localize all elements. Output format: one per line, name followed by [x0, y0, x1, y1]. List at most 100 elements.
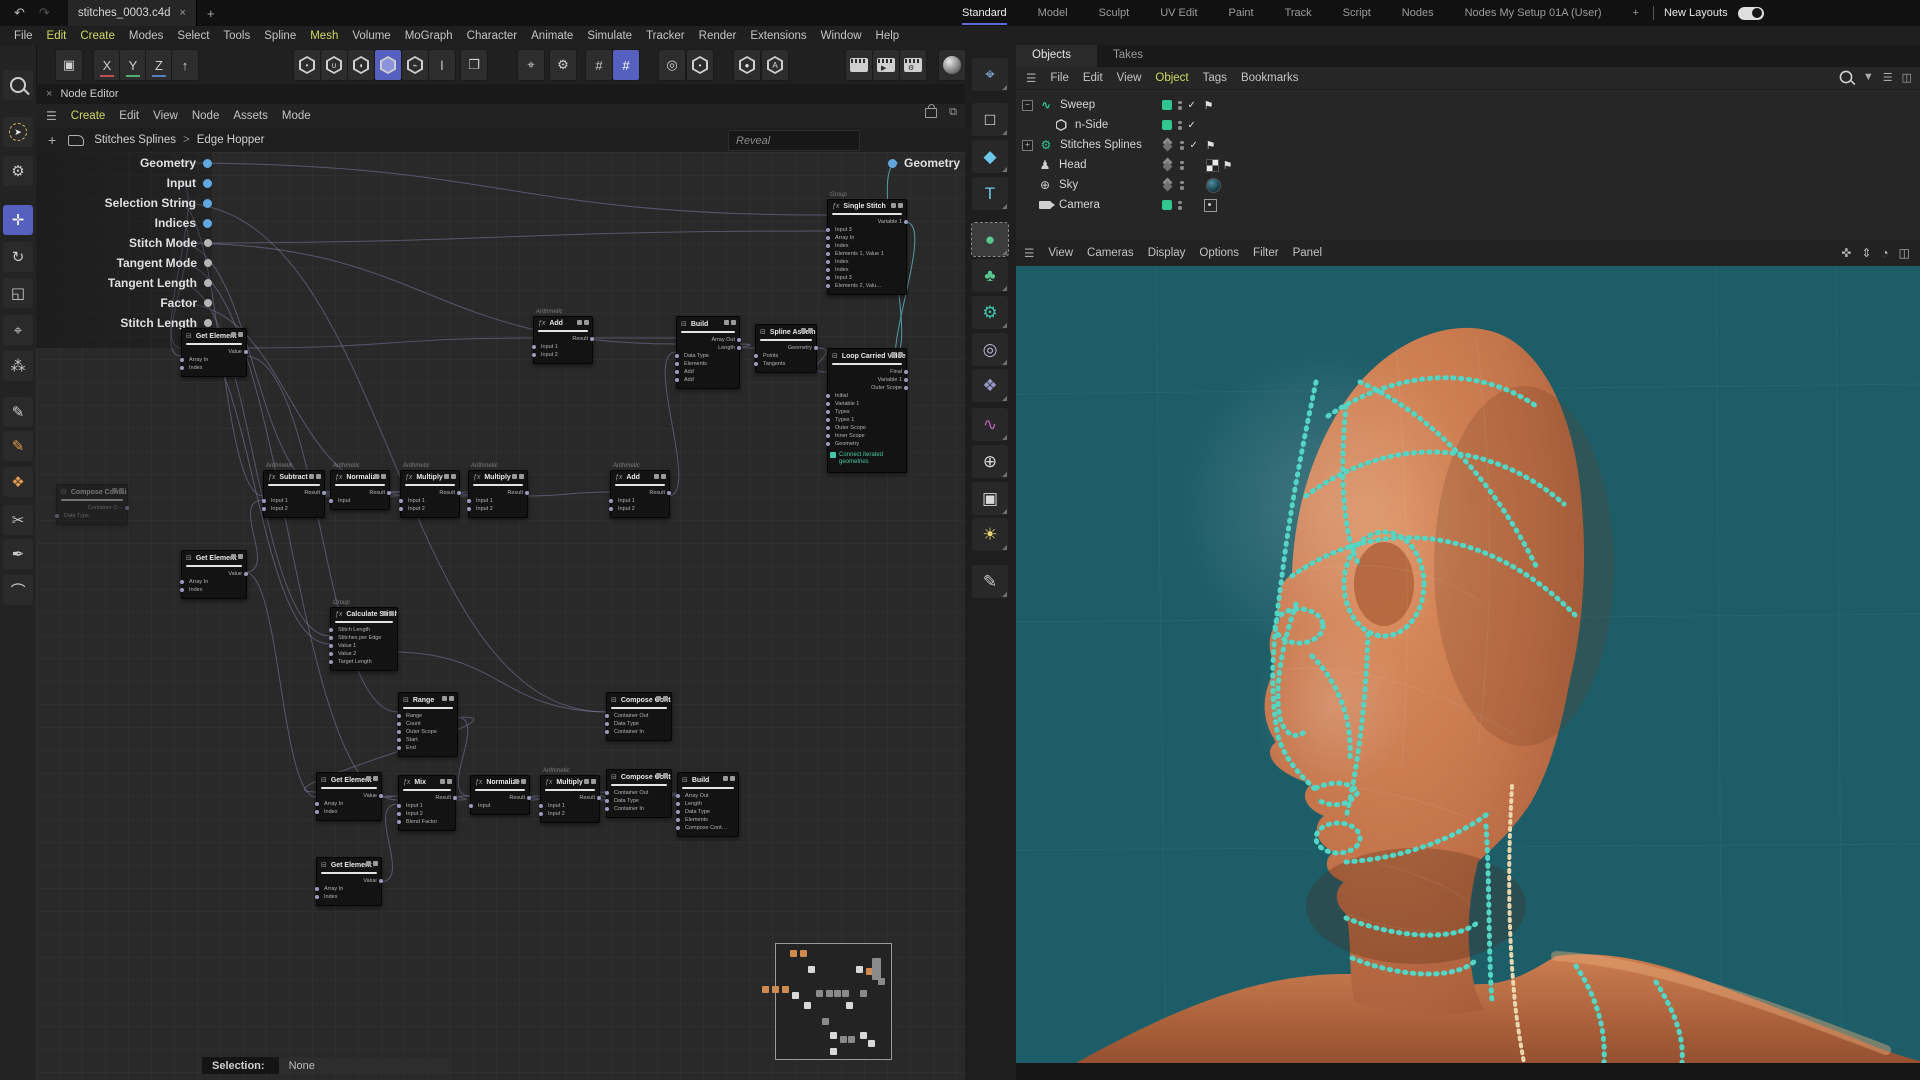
input-port-input-1[interactable]: Input 1 [401, 497, 459, 505]
menu-character[interactable]: Character [467, 30, 518, 42]
hamburger-icon[interactable]: ☰ [1026, 71, 1036, 85]
node-single-stitch[interactable]: Groupƒx Single StitchVariable 1Input 3Ar… [827, 199, 907, 295]
output-port-final[interactable]: Final [828, 368, 906, 376]
input-port-elements-2-valu[interactable]: Elements 2, Valu… [828, 282, 906, 290]
node-multiply[interactable]: Arithmeticƒx MultiplyResultInput 1Input … [468, 470, 528, 518]
menu-help[interactable]: Help [876, 30, 900, 42]
rotate-tool[interactable]: ↻ [3, 242, 33, 272]
input-port-input-1[interactable]: Input 1 [534, 343, 592, 351]
object-row-sky[interactable]: ⊕Sky [1022, 175, 1078, 195]
layer-visibility-icon[interactable] [1162, 139, 1174, 151]
expand-toggle[interactable]: − [1022, 100, 1033, 111]
panel-icon[interactable]: ◫ [1902, 71, 1912, 84]
viewport-menu-display[interactable]: Display [1148, 247, 1186, 259]
ink-pen-tool[interactable]: ✒ [3, 539, 33, 569]
input-port-index[interactable]: Index [182, 586, 246, 594]
input-port-count[interactable]: Count [399, 720, 457, 728]
polygons-mode-button[interactable]: ◖ [347, 49, 375, 81]
output-port-result[interactable]: Result [264, 489, 324, 497]
input-port-container-out[interactable]: Container Out [607, 789, 671, 797]
spline-arc-tool[interactable]: ⌒ [3, 575, 33, 605]
x-axis-button[interactable]: X [93, 49, 121, 81]
input-port-stitches-per-edge[interactable]: Stitches per Edge [331, 634, 397, 642]
viewport-menu-options[interactable]: Options [1199, 247, 1239, 259]
output-port-result[interactable]: Result [399, 794, 455, 802]
graph-input-geometry[interactable]: Geometry [62, 156, 212, 170]
menu-tracker[interactable]: Tracker [646, 30, 685, 42]
material-sphere[interactable] [938, 49, 966, 81]
menu-mesh[interactable]: Mesh [310, 30, 338, 42]
pan-hand-icon[interactable]: ✜ [1841, 246, 1851, 260]
workspace-tab-track[interactable]: Track [1285, 7, 1312, 20]
output-port-result[interactable]: Result [541, 794, 599, 802]
input-port-stitch-length[interactable]: Stitch Length [331, 626, 397, 634]
input-port-input-1[interactable]: Input 1 [611, 497, 669, 505]
input-port-types[interactable]: Types [828, 408, 906, 416]
graph-input-selection-string[interactable]: Selection String [62, 196, 212, 210]
node-loop-carried-value[interactable]: ⊟ Loop Carried ValueFinalVariable 1Outer… [827, 348, 907, 473]
object-manager-tab-takes[interactable]: Takes [1097, 45, 1169, 67]
enabled-state-icon[interactable] [1162, 120, 1172, 130]
texture-mode-button[interactable]: ❐ [460, 49, 488, 81]
workspace-tab-user-layout[interactable]: Nodes My Setup 01A (User) [1465, 7, 1602, 20]
knife-tool[interactable]: ✂ [3, 505, 33, 535]
camera-object-icon[interactable]: ▣ [972, 482, 1008, 515]
polygon-pen-tool[interactable]: ❖ [3, 467, 33, 497]
hamburger-icon[interactable]: ☰ [46, 109, 57, 123]
visibility-dots[interactable] [1178, 201, 1182, 210]
input-port-input-2[interactable]: Input 2 [401, 505, 459, 513]
node-compose-container[interactable]: ⊟ Compose ContainerContainer OutData Typ… [606, 692, 672, 741]
list-icon[interactable]: ☰ [1883, 71, 1893, 84]
input-port-compose-cont[interactable]: Compose Cont… [678, 824, 738, 832]
check-icon[interactable]: ✓ [1188, 100, 1200, 111]
input-port-array-in[interactable]: Array In [182, 578, 246, 586]
object-manager-menu-tags[interactable]: Tags [1203, 72, 1227, 84]
input-port-input[interactable]: Input [331, 497, 389, 505]
input-port-array-in[interactable]: Array In [182, 356, 246, 364]
points-mode-button[interactable]: • [293, 49, 321, 81]
transform-tool[interactable]: ⌖ [3, 315, 33, 345]
object-row-n-side[interactable]: n-Side✓ [1038, 115, 1108, 135]
input-port-input-3[interactable]: Input 3 [828, 226, 906, 234]
input-port-range[interactable]: Range [399, 712, 457, 720]
texture-tag-icon[interactable] [1206, 159, 1219, 172]
node-build[interactable]: ⊟ BuildArray OutLengthData TypeElementsA… [676, 316, 740, 389]
text-object-icon[interactable]: T [972, 177, 1008, 210]
enabled-state-icon[interactable] [1162, 200, 1172, 210]
input-port-input-2[interactable]: Input 2 [611, 505, 669, 513]
navigator-minimap[interactable] [775, 943, 892, 1060]
sky-environment-icon[interactable]: ⊕ [972, 445, 1008, 478]
object-manager-menu-bookmarks[interactable]: Bookmarks [1241, 72, 1299, 84]
object-row-stitches-splines[interactable]: +⚙Stitches Splines✓⚑ [1022, 135, 1142, 155]
node-build[interactable]: ⊟ BuildArray OutLengthData TypeElementsC… [677, 772, 739, 837]
spline-pen-tool[interactable]: ✎ [3, 397, 33, 427]
node-graph-canvas[interactable]: GeometryInputSelection StringIndicesStit… [36, 152, 965, 1080]
expand-toggle[interactable]: + [1022, 140, 1033, 151]
menu-animate[interactable]: Animate [531, 30, 573, 42]
new-layouts-button[interactable]: New Layouts [1664, 7, 1728, 20]
node-subtract[interactable]: Arithmeticƒx SubtractResultInput 1Input … [263, 470, 325, 518]
input-port-length[interactable]: Length [678, 800, 738, 808]
multi-move-tool[interactable]: ⁂ [3, 351, 33, 381]
menu-extensions[interactable]: Extensions [750, 30, 806, 42]
output-port-result[interactable]: Result [331, 489, 389, 497]
document-tab[interactable]: stitches_0003.c4d × [68, 0, 197, 26]
breadcrumb-leaf[interactable]: Edge Hopper [197, 134, 265, 146]
input-port-input-1[interactable]: Input 1 [264, 497, 324, 505]
camera-target-icon[interactable] [1204, 199, 1217, 212]
reveal-search-input[interactable]: Reveal [728, 130, 860, 151]
input-port-input-2[interactable]: Input 2 [469, 505, 527, 513]
menu-mograph[interactable]: MoGraph [405, 30, 453, 42]
object-row-camera[interactable]: Camera [1022, 195, 1100, 215]
snap-enable-button[interactable]: ◎ [658, 49, 686, 81]
input-port-variable-1[interactable]: Variable 1 [828, 400, 906, 408]
node-mix[interactable]: ƒx MixResultInput 1Input 2Blend Factor [398, 775, 456, 831]
input-port-data-type[interactable]: Data Type [678, 808, 738, 816]
input-port-points[interactable]: Points [756, 352, 816, 360]
visibility-dots[interactable] [1180, 161, 1184, 170]
visibility-dots[interactable] [1180, 141, 1184, 150]
input-port-array-in[interactable]: Array In [317, 885, 381, 893]
menu-create[interactable]: Create [80, 30, 115, 42]
node-add[interactable]: Arithmeticƒx AddResultInput 1Input 2 [533, 316, 593, 364]
node-editor-menu-edit[interactable]: Edit [119, 110, 139, 122]
